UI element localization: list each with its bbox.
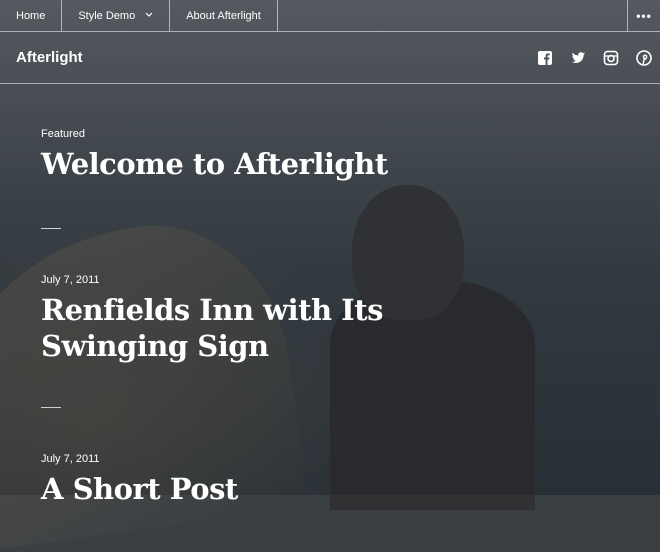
more-menu-button[interactable]: •••	[627, 0, 660, 31]
twitter-icon[interactable]	[570, 50, 586, 66]
facebook-icon[interactable]	[537, 50, 553, 66]
nav-about-label: About Afterlight	[186, 9, 261, 22]
post-title-link[interactable]: Renfields Inn with Its Swinging Sign	[41, 292, 641, 364]
post-title-line1: Renfields Inn with Its	[41, 293, 383, 327]
post-title-link[interactable]: Welcome to Afterlight	[41, 146, 641, 182]
site-header: Afterlight	[0, 32, 660, 84]
nav-style-demo-label: Style Demo	[78, 9, 136, 22]
post-list: Featured Welcome to Afterlight July 7, 2…	[41, 128, 641, 507]
post-featured: Featured Welcome to Afterlight	[41, 128, 641, 182]
post-meta: Featured	[41, 128, 86, 140]
nav-about[interactable]: About Afterlight	[170, 0, 278, 31]
divider	[41, 228, 61, 229]
post-title-link[interactable]: A Short Post	[41, 471, 641, 507]
site-title[interactable]: Afterlight	[16, 49, 83, 66]
top-navigation: Home Style Demo About Afterlight •••	[0, 0, 660, 32]
pinterest-icon[interactable]	[636, 49, 652, 66]
post-title-line2: Swinging Sign	[41, 329, 269, 363]
social-links	[537, 49, 652, 66]
nav-style-demo[interactable]: Style Demo	[62, 0, 171, 31]
instagram-icon[interactable]	[603, 50, 619, 66]
post-renfields: July 7, 2011 Renfields Inn with Its Swin…	[41, 274, 641, 364]
post-date: July 7, 2011	[41, 274, 100, 286]
nav-home-label: Home	[16, 9, 46, 22]
nav-home[interactable]: Home	[0, 0, 63, 31]
more-icon: •••	[636, 8, 652, 23]
divider	[41, 407, 61, 408]
post-date: July 7, 2011	[41, 453, 100, 465]
post-short: July 7, 2011 A Short Post	[41, 453, 641, 507]
chevron-down-icon	[145, 11, 153, 20]
